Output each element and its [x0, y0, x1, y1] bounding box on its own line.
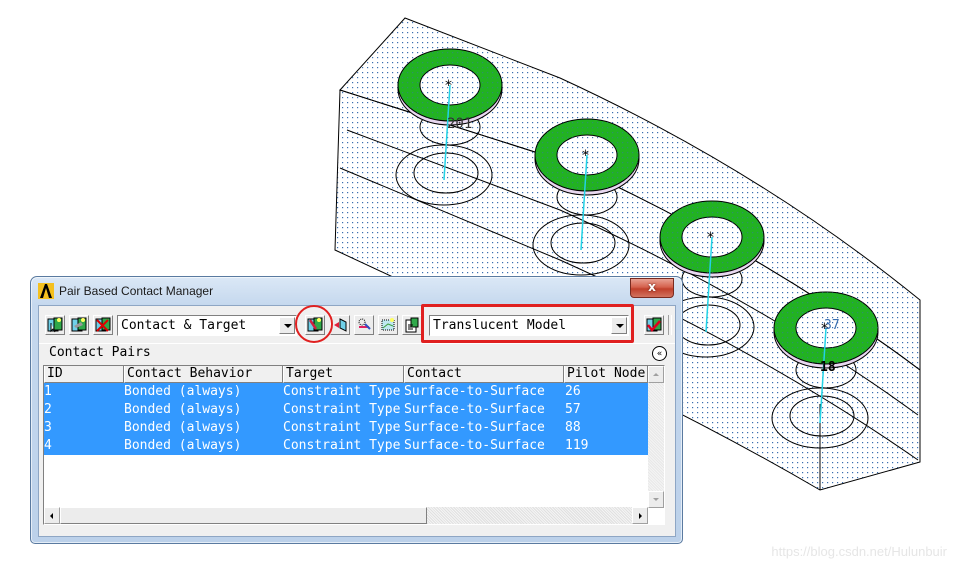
column-header-target[interactable]: Target [283, 366, 404, 383]
ansys-logo-icon [38, 283, 54, 299]
check-contact-icon [646, 317, 662, 332]
collapse-section-icon[interactable]: « [652, 346, 667, 361]
check-contact-button[interactable] [644, 315, 664, 335]
title-bar[interactable]: Pair Based Contact Manager x [31, 277, 682, 303]
table-row[interactable]: 4 Bonded (always) Constraint Type Surfac… [44, 437, 648, 455]
cell-target: Constraint Type [283, 420, 401, 435]
list-pairs-icon [358, 318, 371, 330]
highlight-rect-annotation [421, 304, 634, 343]
cell-behavior: Bonded (always) [124, 384, 242, 399]
delete-contact-pair-button[interactable] [93, 315, 113, 335]
close-button[interactable]: x [630, 278, 674, 298]
scroll-up-icon[interactable] [648, 366, 664, 383]
watermark: https://blog.csdn.net/Hulunbuir [771, 544, 947, 559]
cell-pilot-node: 26 [565, 384, 581, 399]
flip-contact-target-icon [334, 318, 347, 332]
horizontal-scroll-thumb[interactable] [60, 507, 427, 524]
scroll-left-icon[interactable] [44, 507, 60, 524]
scroll-down-icon[interactable] [648, 491, 664, 508]
table-row[interactable]: 2 Bonded (always) Constraint Type Surfac… [44, 401, 648, 419]
flip-contact-target-button[interactable] [330, 315, 350, 335]
vertical-scrollbar[interactable] [648, 366, 664, 508]
window-title: Pair Based Contact Manager [59, 284, 214, 298]
display-filter-select[interactable]: Contact & Target [117, 315, 297, 336]
cell-id: 4 [44, 438, 52, 453]
contact-pairs-section-header: Contact Pairs « [39, 343, 675, 364]
highlight-circle-annotation [295, 305, 333, 343]
contact-pairs-table: ID Contact Behavior Target Contact Pilot… [43, 365, 665, 525]
cell-contact: Surface-to-Surface [404, 384, 545, 399]
table-row[interactable]: 1 Bonded (always) Constraint Type Surfac… [44, 383, 648, 401]
cell-contact: Surface-to-Surface [404, 402, 545, 417]
plot-elements-icon [381, 318, 395, 331]
table-header: ID Contact Behavior Target Contact Pilot… [44, 366, 648, 383]
pilot-node-marker: * [445, 78, 452, 94]
cell-behavior: Bonded (always) [124, 402, 242, 417]
plot-elements-button[interactable] [378, 315, 398, 335]
section-title: Contact Pairs [49, 345, 151, 360]
cell-pilot-node: 57 [565, 402, 581, 417]
cell-target: Constraint Type [283, 438, 401, 453]
column-header-contact-behavior[interactable]: Contact Behavior [124, 366, 283, 383]
scroll-right-icon[interactable] [632, 507, 648, 524]
properties-icon [405, 317, 419, 333]
edit-contact-pair-icon [71, 317, 87, 332]
column-header-pilot-node[interactable]: Pilot Node [564, 366, 648, 383]
cell-pilot-node: 88 [565, 420, 581, 435]
display-filter-value: Contact & Target [121, 318, 247, 333]
list-pairs-button[interactable] [354, 315, 374, 335]
cell-contact: Surface-to-Surface [404, 438, 545, 453]
column-header-contact[interactable]: Contact [404, 366, 564, 383]
pilot-node-marker: * [582, 148, 589, 164]
cell-pilot-node: 119 [565, 438, 589, 453]
cell-target: Constraint Type [283, 402, 401, 417]
toolbar-separator [668, 315, 672, 335]
cell-id: 1 [44, 384, 52, 399]
define-contact-pair-button[interactable] [45, 315, 65, 335]
properties-button[interactable] [402, 315, 422, 335]
model-label-3: 18 [820, 360, 836, 375]
table-row[interactable]: 3 Bonded (always) Constraint Type Surfac… [44, 419, 648, 437]
cell-contact: Surface-to-Surface [404, 420, 545, 435]
cell-target: Constraint Type [283, 384, 401, 399]
define-contact-pair-icon [47, 317, 63, 333]
cell-id: 3 [44, 420, 52, 435]
model-label-1: 201 [447, 116, 472, 132]
horizontal-scrollbar[interactable] [44, 507, 648, 524]
edit-contact-pair-button[interactable] [69, 315, 89, 335]
cell-behavior: Bonded (always) [124, 420, 242, 435]
model-label-2: 37 [824, 318, 840, 333]
cell-behavior: Bonded (always) [124, 438, 242, 453]
chevron-down-icon[interactable] [279, 317, 295, 334]
column-header-id[interactable]: ID [44, 366, 124, 383]
cell-id: 2 [44, 402, 52, 417]
pilot-node-marker: * [707, 230, 714, 246]
delete-contact-pair-icon [95, 317, 111, 332]
